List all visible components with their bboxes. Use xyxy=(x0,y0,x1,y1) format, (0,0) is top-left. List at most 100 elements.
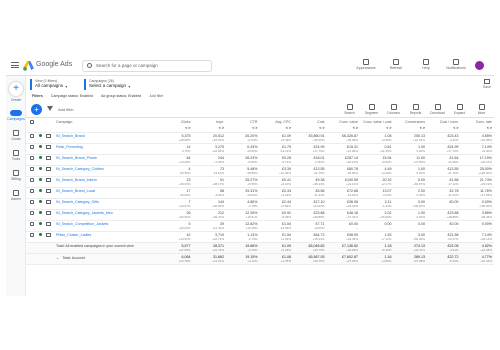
select-all-checkbox[interactable] xyxy=(30,120,34,124)
status-cell[interactable] xyxy=(36,165,44,177)
table-row[interactable]: IN_Search_Competition_Jackets 5 +25.00% 39 +… xyxy=(26,220,494,232)
status-cell[interactable] xyxy=(36,176,44,188)
campaign-name-cell[interactable]: IN_Search_Category_Gifts xyxy=(54,198,159,210)
column-header-clicks[interactable]: Clicks < > xyxy=(159,118,193,133)
column-header-conv-value-cost[interactable]: Conv. value / cost < > xyxy=(360,118,394,133)
table-row[interactable]: Peak_Promoting 14 -4.76% 3,279 +16.92% 0.43% -… xyxy=(26,143,494,155)
more-tool[interactable]: More xyxy=(473,104,490,115)
save-view-button[interactable]: Save xyxy=(483,79,491,89)
add-filter-button[interactable]: Add filter xyxy=(58,107,74,112)
new-campaign-button[interactable]: + xyxy=(31,104,42,115)
table-row[interactable]: PMax_Cluster_Ladies 42 +13.51% 3,719 +16.73%… xyxy=(26,231,494,243)
status-cell[interactable] xyxy=(36,143,44,155)
row-checkbox[interactable] xyxy=(30,221,34,226)
campaign-name-cell[interactable]: IN_Search_Brand_Local xyxy=(54,187,159,199)
row-checkbox[interactable] xyxy=(30,210,34,215)
avatar[interactable] xyxy=(475,61,484,70)
row-checkbox-cell[interactable] xyxy=(26,165,36,177)
row-checkbox[interactable] xyxy=(30,155,34,160)
filter-icon[interactable] xyxy=(47,106,53,111)
row-checkbox[interactable] xyxy=(30,166,34,171)
expand-tool[interactable]: Expand xyxy=(451,104,468,115)
table-row[interactable]: IN_Search_Category_Gifts 7 +16.67% 144 +20.0… xyxy=(26,198,494,210)
status-cell[interactable] xyxy=(36,132,44,144)
create-button[interactable]: + xyxy=(9,82,23,96)
reports-tool[interactable]: Reports xyxy=(407,104,424,115)
row-checkbox-cell[interactable] xyxy=(26,176,36,188)
status-cell[interactable] xyxy=(36,209,44,221)
notifications-button[interactable]: Notifications xyxy=(445,59,467,70)
rail-item-billing[interactable]: Billing xyxy=(6,170,26,181)
row-checkbox-cell[interactable] xyxy=(26,187,36,199)
campaign-name-link[interactable]: IN_Search_Brand_Inform xyxy=(56,178,97,182)
row-checkbox[interactable] xyxy=(30,144,34,149)
row-checkbox-cell[interactable] xyxy=(26,154,36,166)
enabled-status-icon[interactable] xyxy=(39,166,42,170)
table-row[interactable]: IN_Search_Brand_Local 17 -15.00% 58 -4.92% 29… xyxy=(26,187,494,199)
campaign-name-link[interactable]: IN_Search_Brand_Phone xyxy=(56,156,97,160)
campaign-name-link[interactable]: IN_Search_Competition_Jackets xyxy=(56,222,108,226)
campaign-name-cell[interactable]: IN_Search_Brand_Phone xyxy=(54,154,159,166)
help-button[interactable]: Help xyxy=(415,59,437,70)
campaign-name-link[interactable]: IN_Search_Brand xyxy=(56,134,85,138)
table-row[interactable]: IN_Search_Brand_Phone 64 +14.29% 244 +7.96% 2… xyxy=(26,154,494,166)
row-checkbox-cell[interactable] xyxy=(26,143,36,155)
enabled-status-icon[interactable] xyxy=(39,232,42,236)
enabled-status-icon[interactable] xyxy=(39,199,42,203)
column-header-conversions[interactable]: Conversions < > xyxy=(393,118,427,133)
status-cell[interactable] xyxy=(36,187,44,199)
menu-icon[interactable] xyxy=(11,62,19,68)
enabled-status-icon[interactable] xyxy=(39,210,42,214)
status-cell[interactable] xyxy=(36,198,44,210)
row-checkbox-cell[interactable] xyxy=(26,132,36,144)
campaign-name-cell[interactable]: IN_Search_Category_Clothes xyxy=(54,165,159,177)
search-tool[interactable]: Search xyxy=(341,104,358,115)
campaign-name-cell[interactable]: IN_Search_Category_Jackets_Men xyxy=(54,209,159,221)
enabled-status-icon[interactable] xyxy=(39,144,42,148)
status-cell[interactable] xyxy=(36,231,44,243)
column-header-conv-rate[interactable]: Conv. rate < > xyxy=(460,118,494,133)
row-checkbox[interactable] xyxy=(30,177,34,182)
table-row[interactable]: IN_Search_Category_Jackets_Men 26 +62.50% 2… xyxy=(26,209,494,221)
campaign-name-cell[interactable]: IN_Search_Competition_Jackets xyxy=(54,220,159,232)
row-checkbox[interactable] xyxy=(30,188,34,193)
campaign-name-cell[interactable]: IN_Search_Brand xyxy=(54,132,159,144)
row-checkbox-cell[interactable] xyxy=(26,231,36,243)
column-header-impr[interactable]: Impr. < > xyxy=(192,118,226,133)
rail-item-goals[interactable]: Goals xyxy=(6,130,26,141)
campaign-name-link[interactable]: IN_Search_Brand_Local xyxy=(56,189,95,193)
column-header-conv-value[interactable]: Conv. value < > xyxy=(326,118,360,133)
row-checkbox[interactable] xyxy=(30,232,34,237)
column-header-cost-conv[interactable]: Cost / conv. < > xyxy=(427,118,461,133)
rail-item-tools[interactable]: Tools xyxy=(6,150,26,161)
campaign-name-cell[interactable]: IN_Search_Brand_Inform xyxy=(54,176,159,188)
appearance-button[interactable]: Appearance xyxy=(355,59,377,70)
table-row[interactable]: IN_Search_Brand 5,375 +28.08% 20,512 +24.93%… xyxy=(26,132,494,144)
chevron-down-icon[interactable]: ⌄ xyxy=(56,255,59,260)
filter-chip-ad-group-status[interactable]: Ad group status: Enabled xyxy=(99,93,143,99)
row-checkbox[interactable] xyxy=(30,199,34,204)
column-header-campaign[interactable]: Campaign xyxy=(54,118,159,133)
campaign-name-cell[interactable]: Peak_Promoting xyxy=(54,143,159,155)
columns-tool[interactable]: Columns xyxy=(385,104,402,115)
enabled-status-icon[interactable] xyxy=(39,155,42,159)
segment-tool[interactable]: Segment xyxy=(363,104,380,115)
enabled-status-icon[interactable] xyxy=(39,188,42,192)
row-checkbox-cell[interactable] xyxy=(26,198,36,210)
search-input[interactable]: Search for a page or campaign xyxy=(82,60,212,72)
download-tool[interactable]: Download xyxy=(429,104,446,115)
column-header-cost[interactable]: Cost < > xyxy=(293,118,327,133)
enabled-status-icon[interactable] xyxy=(39,133,42,137)
row-checkbox[interactable] xyxy=(30,133,34,138)
campaign-selector[interactable]: Campaigns (26) Select a campaign ▼ xyxy=(84,79,131,90)
rail-item-admin[interactable]: Admin xyxy=(6,190,26,201)
view-selector[interactable]: View (2 filters) All campaigns ▼ xyxy=(30,79,68,90)
table-row[interactable]: IN_Search_Category_Clothes 4 -55.56% 73 -13.… xyxy=(26,165,494,177)
row-checkbox-cell[interactable] xyxy=(26,220,36,232)
column-header-avg-cpc[interactable]: Avg. CPC < > xyxy=(259,118,293,133)
campaign-name-link[interactable]: IN_Search_Category_Jackets_Men xyxy=(56,211,113,215)
campaign-name-link[interactable]: Peak_Promoting xyxy=(56,145,83,149)
row-checkbox-cell[interactable] xyxy=(26,209,36,221)
rail-item-campaigns[interactable]: Campaigns xyxy=(6,110,26,121)
campaign-name-link[interactable]: IN_Search_Category_Gifts xyxy=(56,200,99,204)
